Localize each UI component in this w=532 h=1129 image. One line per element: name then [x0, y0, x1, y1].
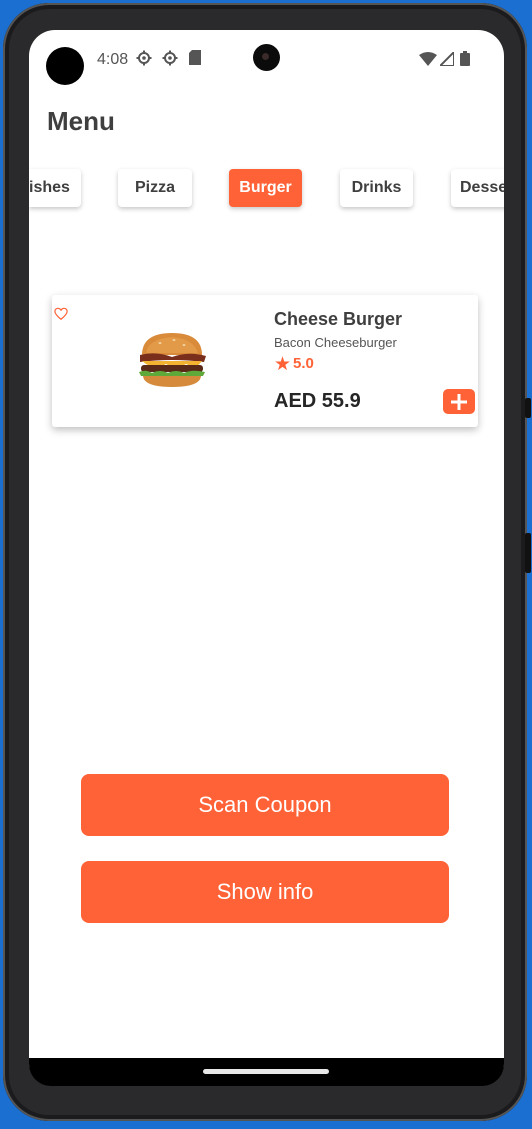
plus-icon — [451, 393, 467, 410]
tab-desserts[interactable]: Desse — [451, 169, 504, 207]
item-name: Cheese Burger — [274, 309, 403, 329]
tab-label: Drinks — [351, 179, 402, 196]
item-price: AED 55.9 — [274, 390, 361, 412]
tab-label: Pizza — [134, 179, 175, 196]
app-screen: 4:08 Menu ishes Pizza Burger Drinks Dess… — [29, 30, 504, 1085]
front-camera — [253, 44, 280, 71]
heart-outline-icon[interactable] — [54, 307, 68, 321]
star-icon: ★ — [274, 354, 292, 375]
navigation-bar — [29, 1058, 504, 1086]
settings-icon — [162, 50, 178, 66]
tab-label: Burger — [239, 179, 292, 196]
volume-button — [525, 398, 531, 418]
page-title: Menu — [47, 106, 115, 136]
tab-dishes[interactable]: ishes — [29, 169, 81, 207]
settings-icon — [136, 50, 152, 66]
item-rating: ★ 5.0 — [274, 353, 314, 376]
tab-label: Desse — [460, 179, 504, 196]
home-indicator[interactable] — [203, 1069, 329, 1074]
category-tabs[interactable]: ishes Pizza Burger Drinks Desse — [29, 169, 504, 211]
scan-coupon-label: Scan Coupon — [198, 792, 332, 817]
wifi-icon — [419, 52, 437, 66]
show-info-button[interactable]: Show info — [81, 861, 449, 923]
add-to-cart-button[interactable] — [443, 389, 475, 414]
sd-card-icon — [189, 50, 201, 65]
item-description: Bacon Cheeseburger — [274, 335, 397, 350]
signal-icon — [440, 52, 454, 66]
notification-dot — [46, 47, 84, 85]
tab-drinks[interactable]: Drinks — [340, 169, 413, 207]
tab-label: ishes — [29, 179, 70, 196]
power-button — [525, 533, 531, 573]
status-time: 4:08 — [97, 51, 129, 68]
menu-item-card[interactable]: Cheese Burger Bacon Cheeseburger ★ 5.0 AE… — [52, 295, 478, 427]
tab-pizza[interactable]: Pizza — [118, 169, 192, 207]
status-bar: 4:08 — [29, 30, 504, 90]
burger-image — [139, 333, 206, 387]
battery-icon — [460, 51, 470, 66]
rating-value: 5.0 — [293, 355, 314, 372]
tab-burger[interactable]: Burger — [229, 169, 302, 207]
show-info-label: Show info — [216, 879, 314, 904]
scan-coupon-button[interactable]: Scan Coupon — [81, 774, 449, 836]
